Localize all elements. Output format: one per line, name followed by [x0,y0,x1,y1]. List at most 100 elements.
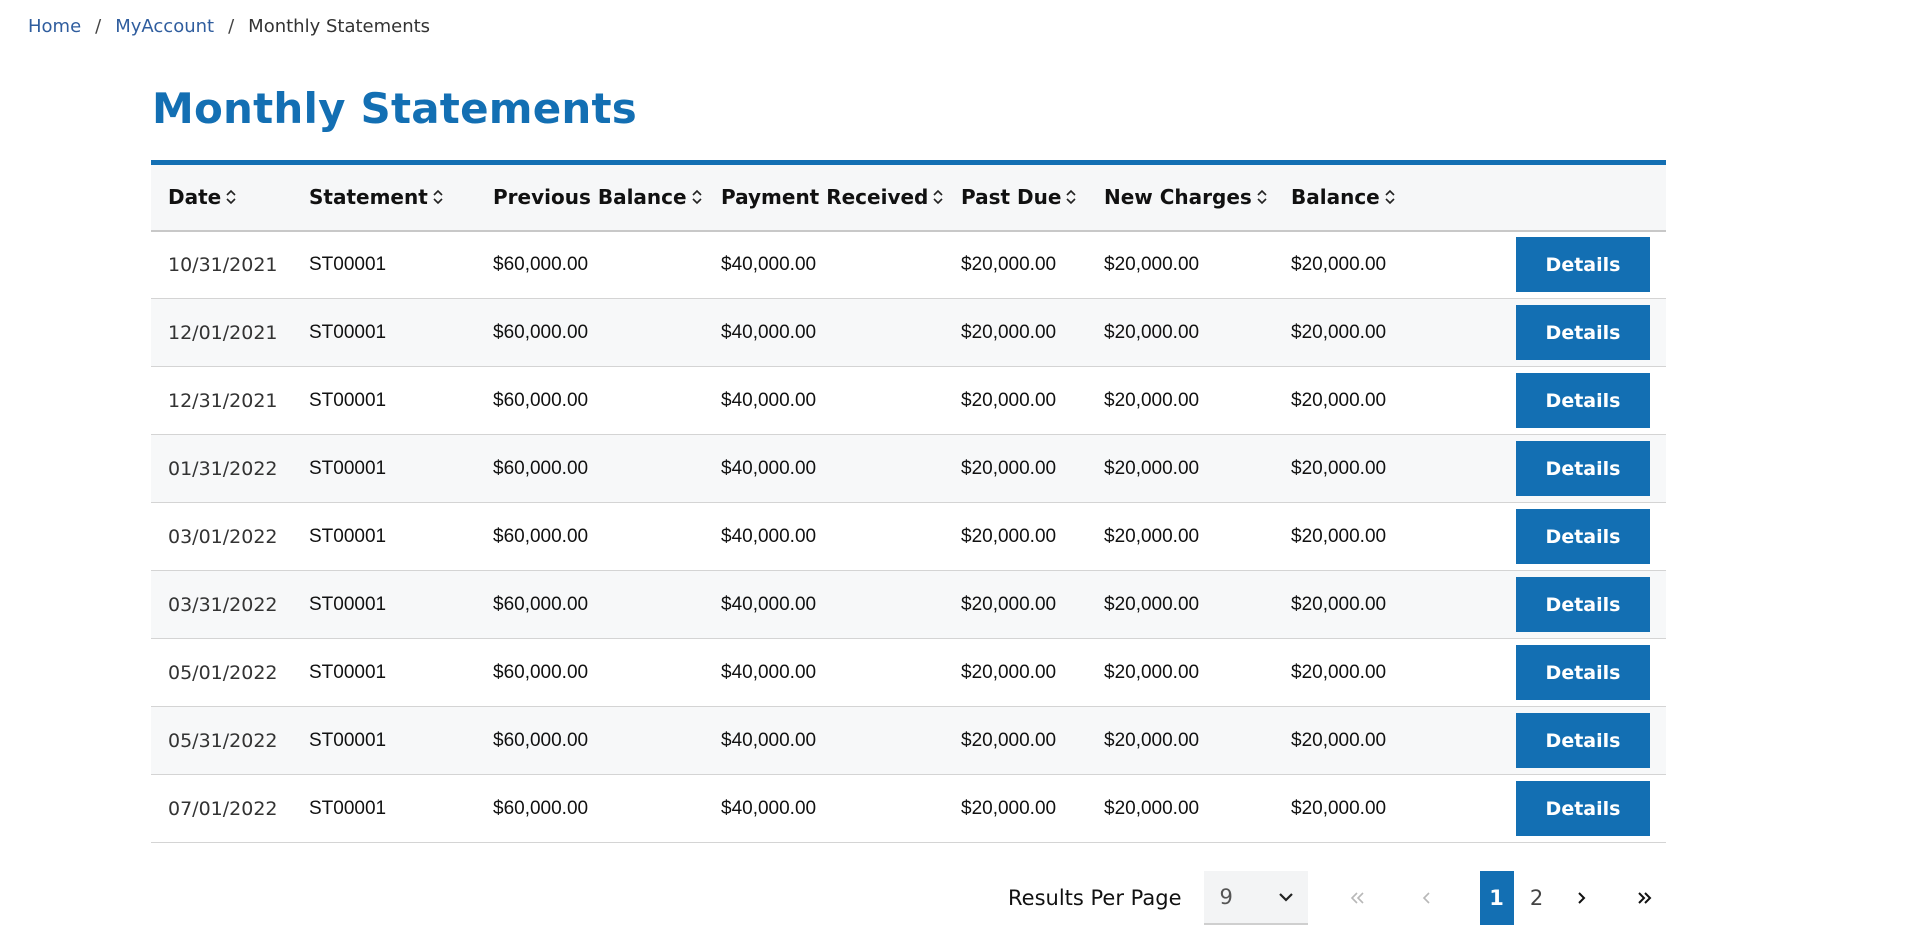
cell-new-charges: $20,000.00 [1104,253,1200,275]
statements-table: Date Statement Previous Balance Payment … [151,160,1666,843]
double-chevron-left-icon [1349,891,1365,905]
details-button[interactable]: Details [1516,305,1650,360]
cell-payment-received: $40,000.00 [721,593,817,615]
cell-payment-received: $40,000.00 [721,661,817,683]
cell-new-charges: $20,000.00 [1104,593,1200,615]
details-button[interactable]: Details [1516,577,1650,632]
cell-new-charges: $20,000.00 [1104,321,1200,343]
cell-statement: ST00001 [309,729,387,751]
details-button[interactable]: Details [1516,509,1650,564]
cell-balance: $20,000.00 [1291,389,1387,411]
cell-date: 10/31/2021 [168,253,278,276]
cell-past-due: $20,000.00 [961,253,1057,275]
sort-icon[interactable] [1065,188,1077,206]
statements-table-container: Date Statement Previous Balance Payment … [151,160,1666,843]
cell-past-due: $20,000.00 [961,593,1057,615]
previous-page-button[interactable] [1410,871,1444,925]
sort-icon[interactable] [1256,188,1268,206]
breadcrumb-myaccount-link[interactable]: MyAccount [115,16,214,37]
cell-balance: $20,000.00 [1291,457,1387,479]
details-button[interactable]: Details [1516,441,1650,496]
cell-payment-received: $40,000.00 [721,797,817,819]
cell-actions: Details [1444,639,1666,707]
cell-payment-received: $40,000.00 [721,389,817,411]
cell-previous-balance: $60,000.00 [493,321,589,343]
column-header-payment-received[interactable]: Payment Received [704,162,944,232]
column-header-label: Previous Balance [493,185,687,210]
breadcrumb-separator: / [228,16,235,37]
sort-icon[interactable] [225,188,237,206]
cell-statement: ST00001 [309,253,387,275]
cell-actions: Details [1444,775,1666,843]
page-2-button[interactable]: 2 [1520,871,1554,925]
column-header-balance[interactable]: Balance [1274,162,1444,232]
cell-statement: ST00001 [309,321,387,343]
cell-statement: ST00001 [309,593,387,615]
cell-date: 03/01/2022 [168,525,278,548]
cell-actions: Details [1444,435,1666,503]
results-per-page-select[interactable]: 9 [1203,871,1308,925]
cell-past-due: $20,000.00 [961,729,1057,751]
cell-payment-received: $40,000.00 [721,525,817,547]
last-page-button[interactable] [1628,871,1662,925]
cell-past-due: $20,000.00 [961,797,1057,819]
cell-balance: $20,000.00 [1291,729,1387,751]
first-page-button[interactable] [1340,871,1374,925]
cell-statement: ST00001 [309,525,387,547]
cell-previous-balance: $60,000.00 [493,457,589,479]
cell-balance: $20,000.00 [1291,593,1387,615]
results-per-page-label: Results Per Page [1008,886,1182,910]
cell-statement: ST00001 [309,797,387,819]
column-header-new-charges[interactable]: New Charges [1087,162,1274,232]
table-row: 03/31/2022 ST00001 $60,000.00 $40,000.00… [151,570,1666,639]
table-row: 05/01/2022 ST00001 $60,000.00 $40,000.00… [151,639,1666,707]
sort-icon[interactable] [691,188,703,206]
cell-new-charges: $20,000.00 [1104,797,1200,819]
column-header-label: Payment Received [721,185,929,210]
cell-date: 05/01/2022 [168,661,278,684]
table-header-row: Date Statement Previous Balance Payment … [151,162,1666,232]
column-header-label: Statement [309,185,428,210]
details-button[interactable]: Details [1516,645,1650,700]
details-button[interactable]: Details [1516,713,1650,768]
cell-date: 12/31/2021 [168,389,278,412]
cell-new-charges: $20,000.00 [1104,525,1200,547]
cell-balance: $20,000.00 [1291,661,1387,683]
details-button[interactable]: Details [1516,237,1650,293]
cell-date: 07/01/2022 [168,797,278,820]
breadcrumb-current: Monthly Statements [248,16,431,37]
cell-statement: ST00001 [309,457,387,479]
column-header-statement[interactable]: Statement [292,162,476,232]
cell-new-charges: $20,000.00 [1104,729,1200,751]
cell-balance: $20,000.00 [1291,253,1387,275]
cell-actions: Details [1444,299,1666,367]
page-1-button[interactable]: 1 [1479,871,1514,925]
cell-actions: Details [1444,571,1666,639]
details-button[interactable]: Details [1516,781,1650,836]
cell-previous-balance: $60,000.00 [493,389,589,411]
column-header-label: Date [168,185,222,210]
cell-past-due: $20,000.00 [961,457,1057,479]
cell-past-due: $20,000.00 [961,389,1057,411]
next-page-button[interactable] [1564,871,1598,925]
sort-icon[interactable] [932,188,944,206]
column-header-label: New Charges [1104,185,1252,210]
cell-balance: $20,000.00 [1291,797,1387,819]
breadcrumb-home-link[interactable]: Home [28,16,81,37]
column-header-previous-balance[interactable]: Previous Balance [476,162,704,232]
cell-date: 01/31/2022 [168,457,278,480]
column-header-past-due[interactable]: Past Due [944,162,1087,232]
sort-icon[interactable] [1384,188,1396,206]
sort-icon[interactable] [432,188,444,206]
cell-balance: $20,000.00 [1291,525,1387,547]
table-row: 05/31/2022 ST00001 $60,000.00 $40,000.00… [151,706,1666,775]
chevron-left-icon [1422,891,1432,905]
details-button[interactable]: Details [1516,373,1650,428]
column-header-date[interactable]: Date [151,162,292,232]
table-row: 07/01/2022 ST00001 $60,000.00 $40,000.00… [151,775,1666,843]
breadcrumb-separator: / [95,16,102,37]
cell-previous-balance: $60,000.00 [493,525,589,547]
table-row: 01/31/2022 ST00001 $60,000.00 $40,000.00… [151,434,1666,503]
cell-new-charges: $20,000.00 [1104,661,1200,683]
results-per-page-value: 9 [1219,885,1233,909]
